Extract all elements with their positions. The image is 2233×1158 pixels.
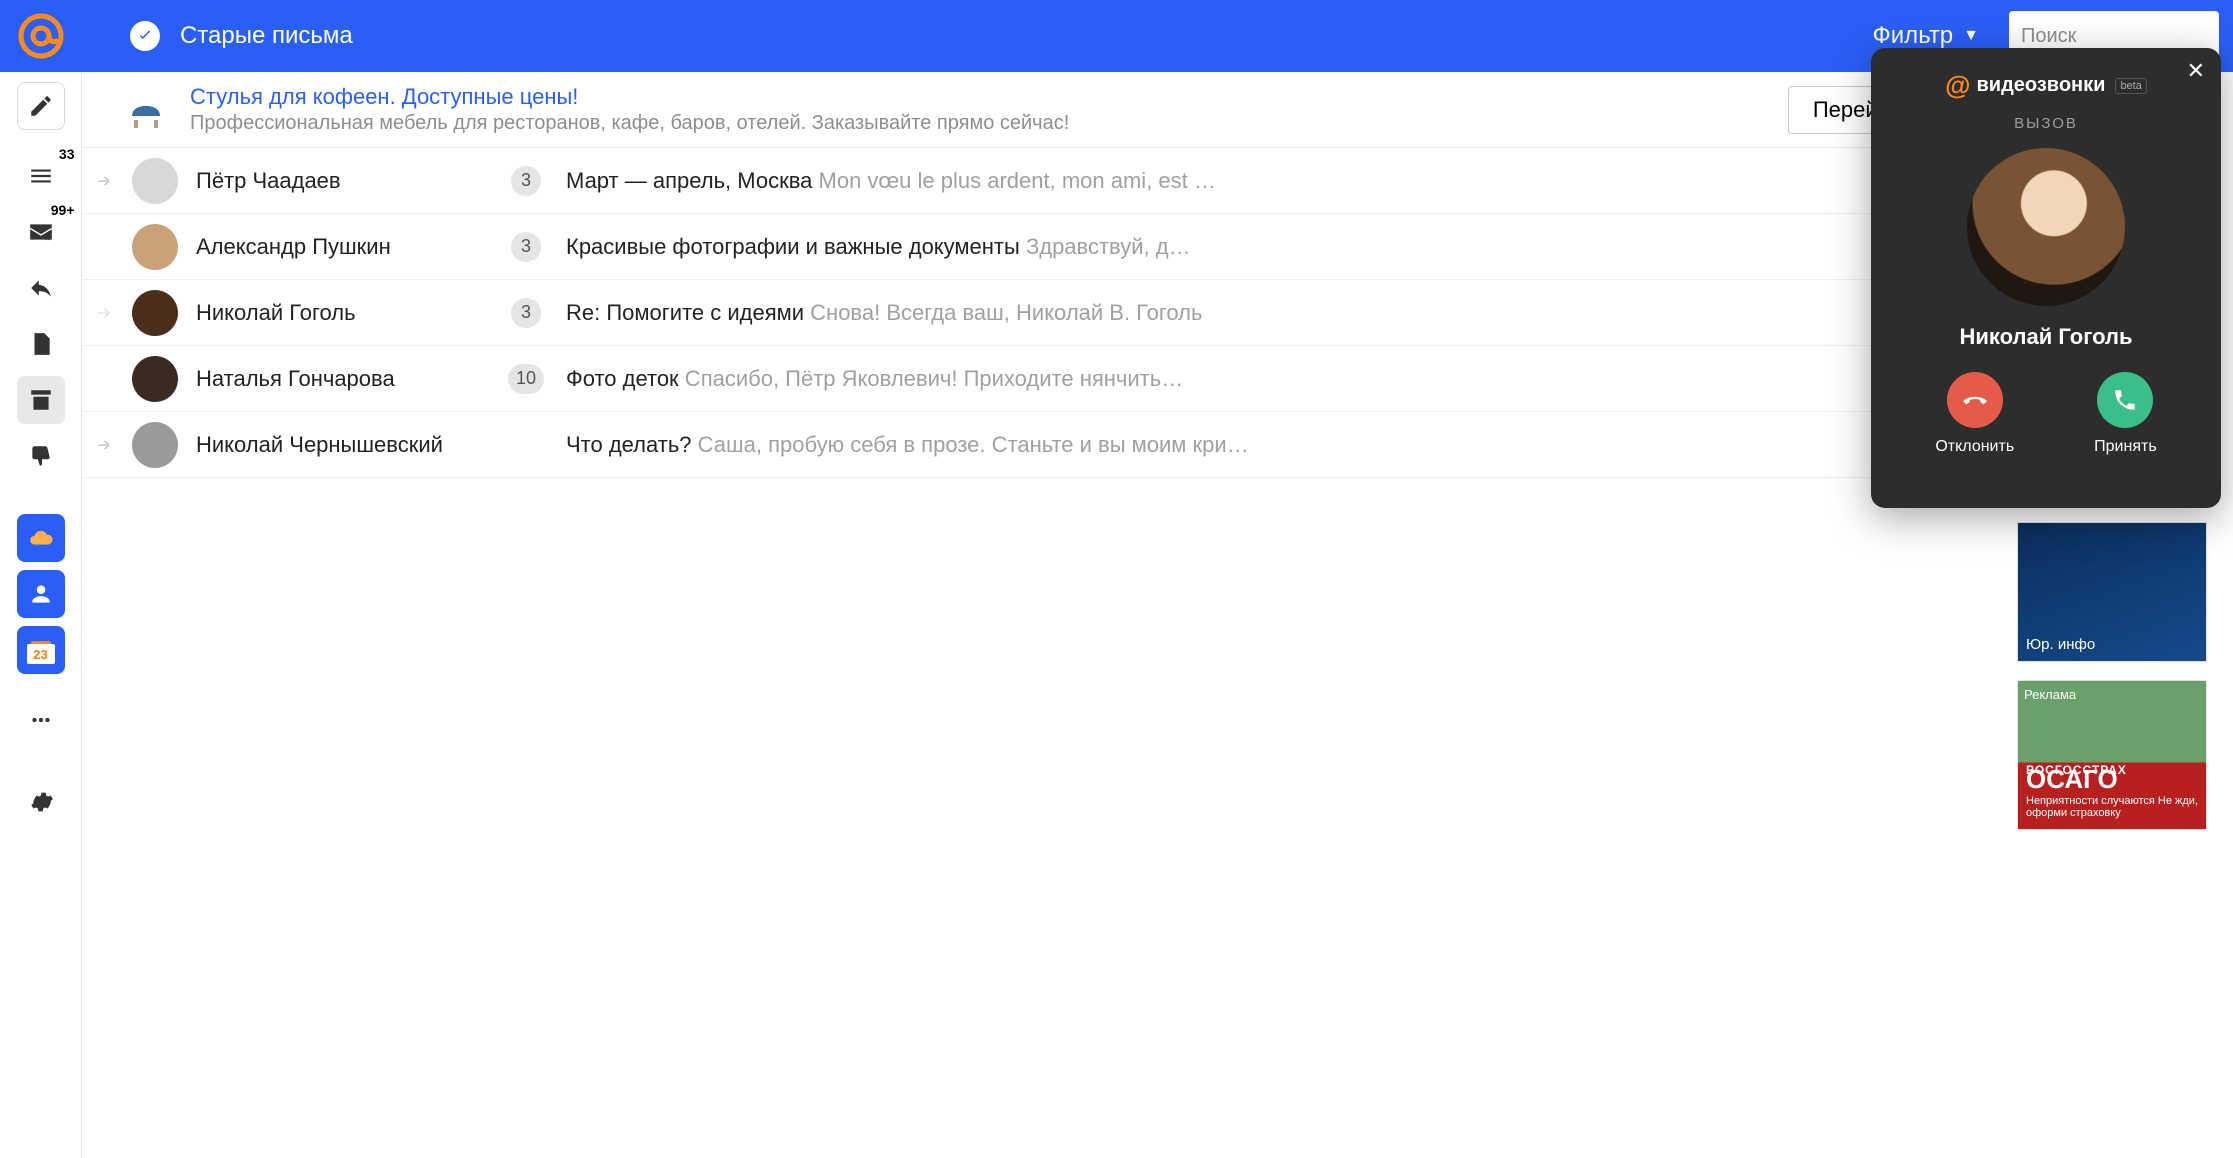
ad2-tag: Реклама (2024, 687, 2076, 702)
sender-name: Александр Пушкин (196, 234, 486, 260)
accept-call-button[interactable] (2097, 372, 2153, 428)
subject-snippet: Фото деток Спасибо, Пётр Яковлевич! Прих… (566, 366, 1971, 392)
thread-count-pill: 3 (511, 166, 541, 196)
sent-folder-button[interactable] (17, 264, 65, 312)
more-apps-button[interactable] (17, 696, 65, 744)
settings-button[interactable] (17, 778, 65, 826)
promo-banner[interactable]: Стулья для кофеен. Доступные цены! Профе… (82, 72, 2001, 148)
sender-avatar (132, 290, 178, 336)
main-panel: Стулья для кофеен. Доступные цены! Профе… (82, 72, 2001, 1158)
ad-banner-1[interactable]: Юр. инфо (2017, 522, 2207, 662)
message-row[interactable]: Наталья Гончарова 10 Фото деток Спасибо, П… (82, 346, 2001, 412)
cloud-app-button[interactable] (17, 514, 65, 562)
mailru-logo[interactable] (0, 0, 82, 72)
subject-snippet: Что делать? Саша, пробую себя в прозе. С… (566, 432, 1971, 458)
subject-snippet: Красивые фотографии и важные документы З… (566, 234, 1971, 260)
accept-label: Принять (2094, 438, 2157, 456)
thread-count-pill: 3 (511, 298, 541, 328)
sender-avatar (132, 356, 178, 402)
arrow-right-icon (95, 304, 113, 322)
chevron-down-icon: ▼ (1963, 27, 1979, 45)
person-icon (28, 581, 54, 607)
inbox-folder-button[interactable]: 33 (17, 152, 65, 200)
filter-label: Фильтр (1873, 22, 1954, 50)
promo-title: Стулья для кофеен. Доступные цены! (190, 84, 1768, 110)
calendar-app-button[interactable]: 23 (17, 626, 65, 674)
sender-avatar (132, 158, 178, 204)
arrow-right-icon (95, 436, 113, 454)
decline-label: Отклонить (1935, 438, 2014, 456)
call-subtitle: ВЫЗОВ (2014, 115, 2078, 132)
sender-avatar (132, 224, 178, 270)
caller-name: Николай Гоголь (1960, 324, 2133, 350)
thread-count-pill: 10 (508, 364, 544, 394)
thread-count-cell: 3 (504, 232, 548, 262)
direction-indicator (94, 172, 114, 190)
ad1-label: Юр. инфо (2026, 636, 2095, 653)
mailru-at-icon: @ (1945, 70, 1970, 101)
reply-icon (28, 275, 54, 301)
decline-call-button[interactable] (1947, 372, 2003, 428)
unread-count-badge: 99+ (51, 202, 75, 218)
ad2-subtitle: Неприятности случаются Не жди, оформи ст… (2026, 795, 2206, 819)
message-list[interactable]: Пётр Чаадаев 3 Март — апрель, Москва Mon v… (82, 148, 2001, 1158)
envelope-x-icon (28, 219, 54, 245)
select-all-toggle[interactable] (130, 21, 160, 51)
sender-name: Николай Чернышевский (196, 432, 486, 458)
direction-indicator (94, 304, 114, 322)
message-row[interactable]: Николай Чернышевский Что делать? Саша, пр… (82, 412, 2001, 478)
contacts-app-button[interactable] (17, 570, 65, 618)
sender-name: Николай Гоголь (196, 300, 486, 326)
phone-hangup-icon (1962, 387, 1988, 413)
cloud-icon (28, 525, 54, 551)
ad2-headline: ОСАГО (2026, 764, 2118, 795)
spam-folder-button[interactable] (17, 432, 65, 480)
archive-icon (28, 387, 54, 413)
caller-avatar (1967, 148, 2125, 306)
thread-count-cell: 3 (504, 166, 548, 196)
sender-avatar (132, 422, 178, 468)
thumbs-down-icon (28, 443, 54, 469)
thread-count-cell: 3 (504, 298, 548, 328)
beta-badge: beta (2115, 78, 2146, 94)
call-brand: @ видеозвонки beta (1945, 70, 2147, 101)
inbox-count-badge: 33 (59, 146, 75, 162)
ad-banner-2[interactable]: Реклама РОСГОССТРАХ ОСАГО Неприятности с… (2017, 680, 2207, 830)
left-rail: 33 99+ 23 (0, 72, 82, 1158)
archive-folder-button[interactable] (17, 376, 65, 424)
calendar-day-number: 23 (27, 644, 55, 664)
menu-icon (28, 163, 54, 189)
message-row[interactable]: Николай Гоголь 3 Re: Помогите с идеями Сно… (82, 280, 2001, 346)
message-row[interactable]: Александр Пушкин 3 Красивые фотографии и в… (82, 214, 2001, 280)
message-row[interactable]: Пётр Чаадаев 3 Март — апрель, Москва Mon v… (82, 148, 2001, 214)
pencil-icon (28, 93, 54, 119)
promo-subtitle: Профессиональная мебель для ресторанов, … (190, 112, 1768, 135)
drafts-folder-button[interactable] (17, 320, 65, 368)
unread-folder-button[interactable]: 99+ (17, 208, 65, 256)
sender-name: Наталья Гончарова (196, 366, 486, 392)
subject-snippet: Март — апрель, Москва Mon vœu le plus ar… (566, 168, 1971, 194)
sender-name: Пётр Чаадаев (196, 168, 486, 194)
arrow-right-icon (95, 172, 113, 190)
search-input[interactable] (2021, 25, 2233, 48)
close-call-button[interactable]: ✕ (2187, 58, 2205, 84)
compose-button[interactable] (17, 82, 65, 130)
incoming-call-panel: ✕ @ видеозвонки beta ВЫЗОВ Николай Гогол… (1871, 48, 2221, 508)
filter-dropdown[interactable]: Фильтр ▼ (1873, 22, 1979, 50)
call-brand-text: видеозвонки (1977, 74, 2106, 97)
dots-icon (28, 707, 54, 733)
gear-icon (28, 789, 54, 815)
subject-snippet: Re: Помогите с идеями Снова! Всегда ваш,… (566, 300, 1971, 326)
folder-title: Старые письма (180, 22, 353, 50)
direction-indicator (94, 436, 114, 454)
document-icon (28, 331, 54, 357)
thread-count-pill: 3 (511, 232, 541, 262)
thread-count-cell: 10 (504, 364, 548, 394)
promo-image (122, 86, 170, 134)
phone-icon (2112, 387, 2138, 413)
